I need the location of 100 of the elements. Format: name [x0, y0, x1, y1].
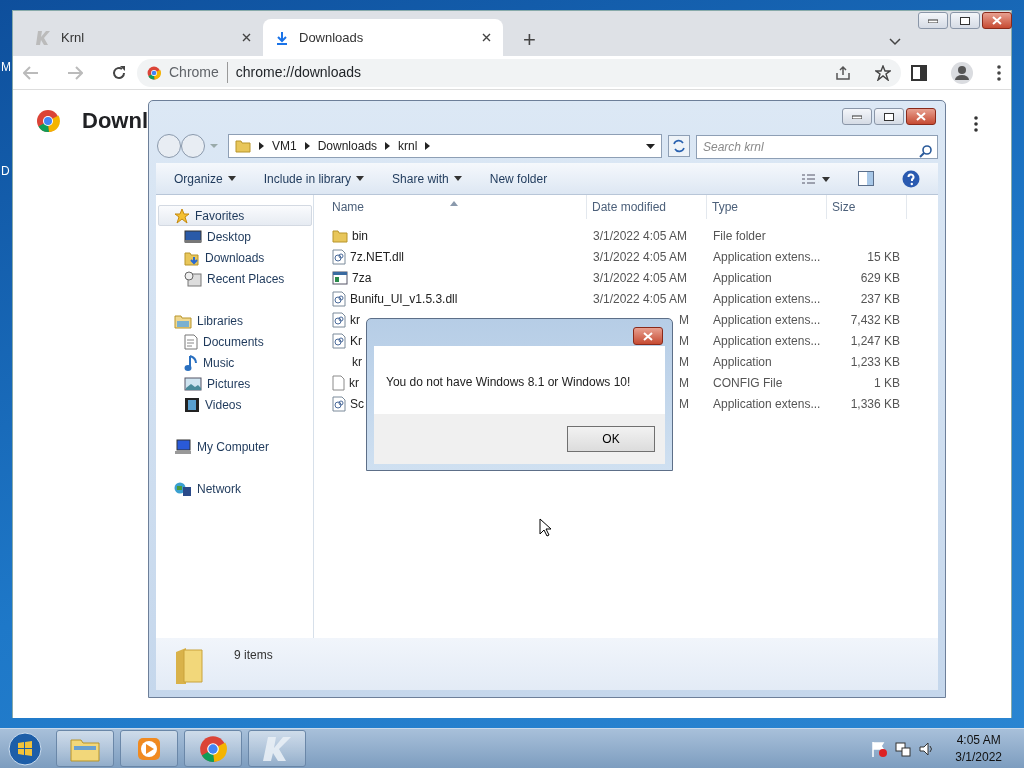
nav-item[interactable]: Downloads: [156, 247, 310, 268]
nav-item[interactable]: My Computer: [156, 436, 310, 457]
folder-icon: [332, 228, 348, 243]
date-modified: 3/1/2022 4:05 AM: [593, 291, 688, 306]
item-count: 9 items: [234, 647, 273, 664]
help-icon: [902, 169, 920, 188]
file-name[interactable]: kr: [352, 352, 362, 371]
date-modified: M: [679, 312, 689, 327]
nav-item[interactable]: Libraries: [156, 310, 310, 331]
nav-item[interactable]: Favorites: [158, 205, 312, 226]
search-field[interactable]: Search krnl: [696, 134, 938, 159]
more-menu-icon: [974, 115, 978, 132]
desktop-icon-label[interactable]: D: [1, 162, 10, 180]
nav-item[interactable]: Pictures: [156, 373, 310, 394]
nav-item[interactable]: Network: [156, 478, 310, 499]
search-icon: [919, 144, 932, 158]
close-button[interactable]: [906, 108, 936, 125]
caret-icon: [356, 176, 365, 181]
taskbar-app-button[interactable]: [56, 730, 114, 767]
refresh-icon: [668, 135, 690, 157]
column-header[interactable]: Size: [827, 195, 907, 219]
film-strip-icon: [184, 396, 200, 413]
desktop-icon: [184, 229, 202, 244]
file-type: Application: [713, 270, 772, 285]
column-header[interactable]: Date modified: [587, 195, 707, 219]
file-name[interactable]: Kr: [350, 331, 362, 350]
file-name[interactable]: 7za: [352, 268, 372, 287]
maximize-button[interactable]: [874, 108, 904, 125]
breadcrumb-item[interactable]: krnl: [398, 137, 418, 155]
desktop-icon-label[interactable]: M: [1, 58, 11, 76]
close-icon: [916, 112, 926, 121]
column-header[interactable]: Type: [707, 195, 827, 219]
file-name[interactable]: bin: [352, 226, 368, 245]
start-button[interactable]: [8, 731, 42, 766]
minimize-icon: [928, 18, 938, 23]
maximize-button[interactable]: [950, 12, 980, 29]
toolbar-button[interactable]: Include in library: [263, 169, 365, 188]
browser-tab[interactable]: Krnl: [23, 19, 263, 56]
menu-icon: [997, 64, 1001, 81]
toolbar-button[interactable]: Organize: [174, 169, 236, 188]
file-size: 7,432 KB: [850, 312, 900, 327]
view-options-icon: [802, 172, 830, 185]
dll-file-icon: [332, 290, 346, 307]
address-bar[interactable]: Chrome chrome://downloads: [137, 58, 901, 87]
dialog-message: You do not have Windows 8.1 or Windows 10!: [386, 375, 631, 389]
browser-tab[interactable]: Downloads: [263, 19, 503, 56]
star-icon: [174, 207, 190, 224]
nav-item[interactable]: Recent Places: [156, 268, 310, 289]
nav-item[interactable]: Music: [156, 352, 310, 373]
file-type: CONFIG File: [713, 375, 783, 390]
date-modified: M: [679, 375, 689, 390]
file-name[interactable]: Sc: [350, 394, 364, 413]
large-folder-icon: [174, 646, 204, 686]
network-icon: [895, 740, 912, 757]
file-type: File folder: [713, 228, 766, 243]
address-bar[interactable]: VM1 Downloads krnl: [228, 134, 662, 158]
nav-item[interactable]: Documents: [156, 331, 310, 352]
action-center-flag-icon: [871, 740, 888, 757]
toolbar-button[interactable]: New folder: [489, 169, 548, 188]
breadcrumb-item[interactable]: VM1: [272, 137, 297, 155]
clock-time[interactable]: 4:05 AM: [956, 732, 1001, 749]
taskbar-app-button[interactable]: [120, 730, 178, 767]
ok-button[interactable]: OK: [567, 426, 655, 452]
toolbar-button[interactable]: Share with: [392, 169, 462, 188]
file-name[interactable]: 7z.NET.dll: [350, 247, 405, 266]
k-logo-icon: [262, 734, 292, 763]
network-globe-icon: [174, 480, 192, 497]
file-size: 629 KB: [860, 270, 900, 285]
close-button[interactable]: [633, 327, 663, 345]
dll-file-icon: [332, 395, 346, 412]
nav-item[interactable]: Desktop: [156, 226, 310, 247]
chrome-icon: [147, 65, 161, 80]
taskbar-app-button[interactable]: [184, 730, 242, 767]
close-icon: [992, 16, 1002, 25]
file-size: 15 KB: [867, 249, 900, 264]
url-text: chrome://downloads: [235, 63, 363, 82]
taskbar-app-button[interactable]: [248, 730, 306, 767]
file-size: 1 KB: [874, 375, 900, 390]
new-tab-button[interactable]: +: [517, 28, 542, 52]
maximize-icon: [960, 16, 970, 25]
file-size: 237 KB: [860, 291, 900, 306]
file-size: 1,336 KB: [850, 396, 900, 411]
share-icon: [835, 64, 851, 81]
file-type: Application extens...: [713, 312, 821, 327]
file-type: Application extens...: [713, 249, 821, 264]
pictures-icon: [184, 376, 202, 391]
breadcrumb-item[interactable]: Downloads: [317, 137, 378, 155]
file-name[interactable]: kr: [350, 310, 360, 329]
close-button[interactable]: [982, 12, 1012, 29]
nav-item[interactable]: Videos: [156, 394, 310, 415]
maximize-icon: [884, 112, 894, 121]
column-header[interactable]: Name: [314, 195, 587, 219]
music-note-icon: [184, 353, 198, 372]
date-modified: 3/1/2022 4:05 AM: [593, 270, 688, 285]
clock-date[interactable]: 3/1/2022: [955, 748, 1002, 765]
chrome-logo-icon: [199, 734, 227, 763]
file-type: Application: [713, 354, 772, 369]
file-name[interactable]: Bunifu_UI_v1.5.3.dll: [350, 289, 458, 308]
file-name[interactable]: kr: [349, 373, 359, 392]
file-type: Application extens...: [713, 291, 821, 306]
